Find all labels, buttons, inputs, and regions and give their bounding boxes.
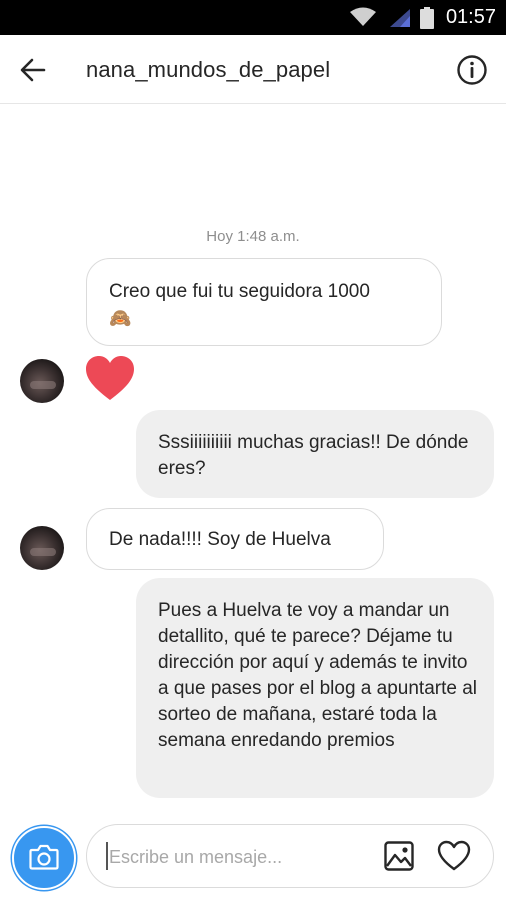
info-icon[interactable] — [456, 54, 488, 86]
message-text: De nada!!!! Soy de Huelva — [109, 529, 331, 550]
battery-icon — [420, 7, 434, 29]
status-time: 01:57 — [445, 6, 496, 28]
avatar[interactable] — [20, 359, 64, 403]
message-text: Pues a Huelva te voy a mandar un detalli… — [158, 600, 478, 751]
heart-icon[interactable] — [84, 354, 136, 402]
see-no-evil-monkey-emoji: 🙈 — [109, 308, 132, 328]
camera-icon — [29, 844, 59, 870]
wifi-icon — [350, 7, 376, 26]
message-bubble-incoming[interactable]: Creo que fui tu seguidora 1000 🙈 — [86, 258, 442, 346]
signal-icon — [390, 9, 410, 27]
camera-button[interactable] — [12, 826, 76, 890]
image-icon[interactable] — [383, 840, 415, 872]
avatar[interactable] — [20, 526, 64, 570]
arrow-left-icon[interactable] — [18, 55, 48, 85]
message-input[interactable] — [107, 841, 371, 873]
header-username[interactable]: nana_mundos_de_papel — [86, 57, 330, 83]
thread-timestamp: Hoy 1:48 a.m. — [206, 228, 300, 245]
conversation-header: nana_mundos_de_papel — [0, 35, 506, 104]
message-bubble-outgoing[interactable]: Pues a Huelva te voy a mandar un detalli… — [136, 578, 494, 798]
message-bubble-incoming[interactable]: De nada!!!! Soy de Huelva — [86, 508, 384, 570]
message-text: Creo que fui tu seguidora 1000 — [109, 281, 370, 302]
message-composer — [86, 824, 494, 888]
message-bubble-outgoing[interactable]: Sssiiiiiiiiii muchas gracias!! De dónde … — [136, 410, 494, 498]
status-bar: 01:57 — [0, 0, 506, 35]
message-text: Sssiiiiiiiiii muchas gracias!! De dónde … — [158, 432, 469, 479]
heart-outline-icon[interactable] — [437, 840, 471, 872]
